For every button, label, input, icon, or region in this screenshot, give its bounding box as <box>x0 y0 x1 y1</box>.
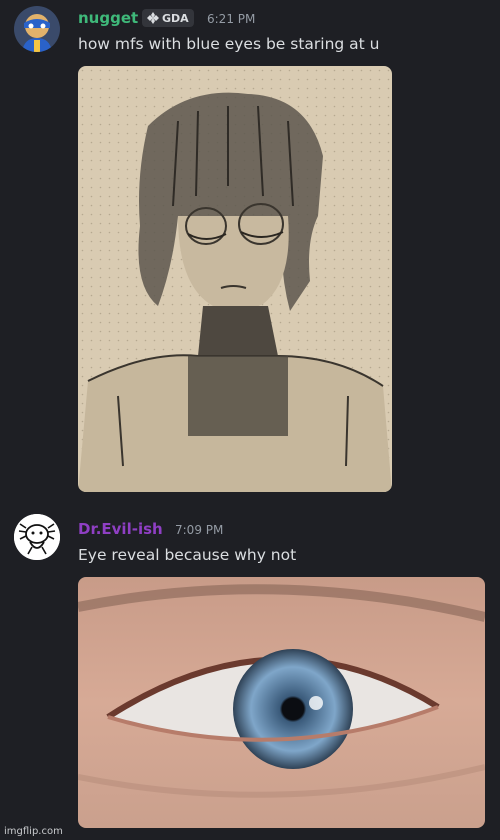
message-text: how mfs with blue eyes be staring at u <box>78 35 380 53</box>
diamond-tag-icon <box>147 12 159 24</box>
username-dr-evil-ish[interactable]: Dr.Evil-ish <box>78 520 163 538</box>
pencil-sketch-image[interactable] <box>78 66 392 492</box>
masked-hero-avatar[interactable] <box>14 6 60 52</box>
message-2: Dr.Evil-ish 7:09 PM Eye reveal because w… <box>0 508 500 840</box>
imgflip-watermark: imgflip.com <box>4 826 63 837</box>
tag-label: GDA <box>162 11 189 25</box>
blue-eye-photo[interactable] <box>78 577 485 828</box>
username-nugget[interactable]: nugget <box>78 9 138 27</box>
message-1: nugget GDA 6:21 PM how mfs with blue eye… <box>0 0 500 500</box>
timestamp: 7:09 PM <box>175 523 224 537</box>
message-text: Eye reveal because why not <box>78 546 297 564</box>
timestamp: 6:21 PM <box>207 12 256 26</box>
axolotl-avatar[interactable] <box>14 514 60 560</box>
gda-server-tag[interactable]: GDA <box>142 9 194 27</box>
